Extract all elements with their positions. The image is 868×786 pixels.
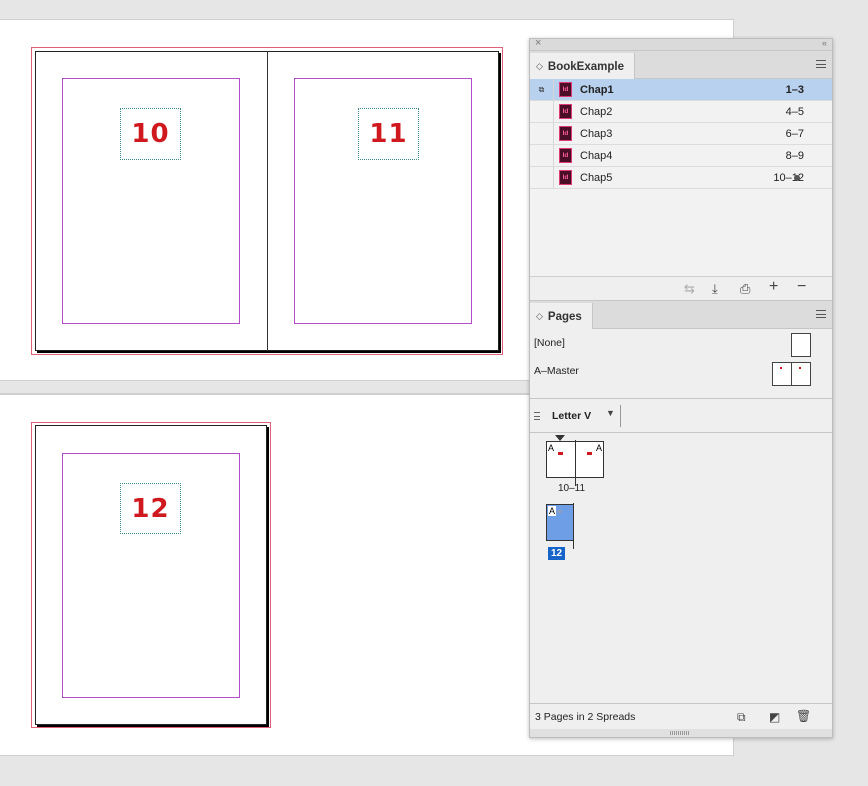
page-number-frame-11[interactable]: 11: [358, 108, 419, 160]
close-icon[interactable]: ×: [535, 37, 541, 49]
master-letter: A: [548, 506, 557, 516]
master-marker: [780, 367, 782, 369]
indesign-doc-icon: Id: [559, 82, 572, 97]
resize-grip-icon[interactable]: [534, 412, 540, 420]
doc-name: Chap4: [580, 149, 613, 162]
spread-label-12-selected[interactable]: 12: [548, 547, 566, 560]
panel-menu-icon[interactable]: [816, 60, 826, 68]
floating-panel: × ‹‹ ◇ BookExample ⧉ Id Chap1 1–3 Id Cha…: [529, 37, 833, 738]
pages-tab-label: Pages: [547, 310, 582, 323]
indesign-doc-icon: Id: [559, 148, 572, 163]
chevron-down-icon[interactable]: ▼: [606, 408, 615, 418]
updown-icon: ◇: [536, 311, 543, 321]
thumbnail-spine: [575, 440, 576, 486]
doc-pages: 6–7: [785, 127, 804, 140]
doc-pages: 1–3: [785, 83, 804, 96]
panel-title-strip[interactable]: × ‹‹: [530, 37, 832, 51]
indesign-doc-icon: Id: [559, 126, 572, 141]
doc-name: Chap1: [580, 83, 614, 96]
page-number-frame-12[interactable]: 12: [120, 483, 181, 534]
print-book-icon[interactable]: ⎙: [740, 282, 750, 296]
doc-name: Chap2: [580, 105, 613, 118]
book-row-chap4[interactable]: Id Chap4 8–9: [530, 145, 832, 167]
page-size-label[interactable]: Letter V: [552, 410, 591, 422]
master-pages-section: [None] A–Master: [530, 329, 832, 399]
doc-pages: 8–9: [785, 149, 804, 162]
spine-line: [267, 51, 268, 351]
divider: [620, 405, 621, 427]
book-document-list: ⧉ Id Chap1 1–3 Id Chap2 4–5 Id Chap3 6–7…: [530, 79, 832, 276]
book-row-chap5[interactable]: Id Chap5 10–12: [530, 167, 832, 189]
updown-icon: ◇: [536, 61, 543, 71]
doc-open-indicator-icon: [794, 175, 800, 181]
indesign-doc-icon: Id: [559, 104, 572, 119]
page-marker: [558, 452, 563, 455]
book-tab-label: BookExample: [547, 60, 624, 73]
page-thumbnail-12[interactable]: A: [546, 503, 574, 549]
pages-status-text: 3 Pages in 2 Spreads: [535, 711, 636, 723]
save-book-icon[interactable]: ⤓: [712, 282, 718, 296]
pages-status-bar: 3 Pages in 2 Spreads ⧉ ◩ 🗑: [530, 703, 832, 729]
page-marker: [557, 510, 562, 513]
master-letter: A: [595, 443, 602, 453]
book-row-chap3[interactable]: Id Chap3 6–7: [530, 123, 832, 145]
pages-tab-bar: ◇ Pages: [530, 301, 832, 330]
new-page-icon[interactable]: ◩: [769, 710, 780, 724]
panel-resize-grip[interactable]: [530, 729, 832, 737]
style-source-cell[interactable]: [530, 145, 554, 166]
master-marker: [799, 367, 801, 369]
master-none-label[interactable]: [None]: [534, 337, 565, 349]
add-document-icon[interactable]: +: [769, 279, 778, 295]
thumbnail-spine: [573, 503, 574, 549]
doc-name: Chap5: [580, 171, 613, 184]
book-row-chap1[interactable]: ⧉ Id Chap1 1–3: [530, 79, 832, 101]
tab-book[interactable]: ◇ BookExample: [530, 53, 635, 80]
page-number-11: 11: [369, 119, 408, 149]
collapse-icon[interactable]: ‹‹: [822, 38, 827, 48]
a-master-label[interactable]: A–Master: [534, 365, 579, 377]
master-letter: A: [548, 443, 555, 453]
doc-name: Chap3: [580, 127, 613, 140]
master-none-thumbnail[interactable]: [791, 333, 811, 357]
tab-pages[interactable]: ◇ Pages: [530, 303, 593, 330]
master-spine: [791, 363, 792, 385]
doc-pages: 4–5: [785, 105, 804, 118]
a-master-thumbnail[interactable]: [772, 362, 811, 386]
indesign-doc-icon: Id: [559, 170, 572, 185]
remove-document-icon[interactable]: −: [797, 279, 806, 295]
style-source-cell[interactable]: [530, 167, 554, 188]
trash-icon[interactable]: 🗑: [796, 709, 811, 723]
style-source-icon[interactable]: ⧉: [530, 79, 554, 100]
synchronize-icon[interactable]: ⇆: [684, 282, 695, 296]
page-number-10: 10: [131, 119, 170, 149]
panel-menu-icon[interactable]: [816, 310, 826, 318]
page-number-frame-10[interactable]: 10: [120, 108, 181, 160]
style-source-cell[interactable]: [530, 101, 554, 122]
page-marker: [587, 452, 592, 455]
page-thumbnails: A A 10–11 A 12: [530, 433, 832, 698]
page-number-12: 12: [131, 493, 170, 524]
book-toolbar: ⇆ ⤓ ⎙ + −: [530, 276, 832, 301]
spread-thumbnail-10-11[interactable]: A A: [546, 440, 604, 486]
spread-label-10-11[interactable]: 10–11: [558, 483, 585, 494]
edit-page-size-icon[interactable]: ⧉: [737, 710, 746, 724]
book-tab-bar: ◇ BookExample: [530, 51, 832, 80]
style-source-cell[interactable]: [530, 123, 554, 144]
book-row-chap2[interactable]: Id Chap2 4–5: [530, 101, 832, 123]
page-size-bar: Letter V ▼: [530, 399, 832, 433]
